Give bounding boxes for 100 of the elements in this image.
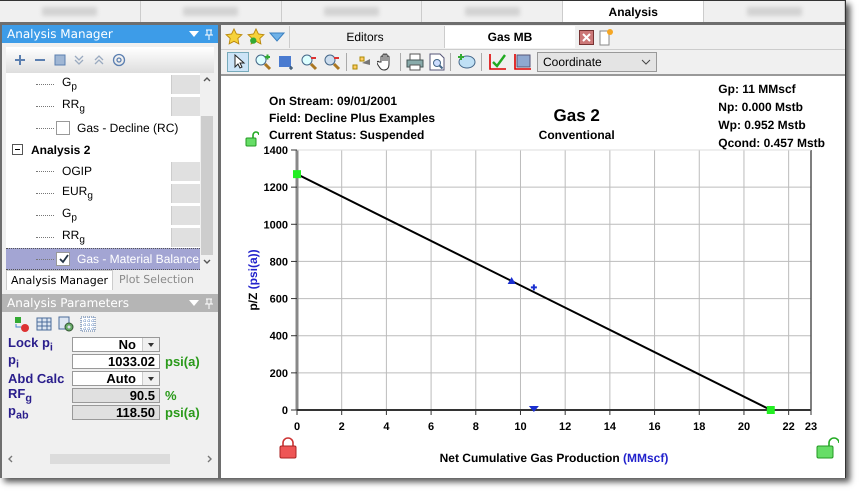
plot-info-text: Current Status: Suspended bbox=[269, 128, 424, 142]
scroll-left-icon[interactable] bbox=[8, 455, 13, 463]
x-tick-label: 0 bbox=[294, 421, 300, 433]
plot-info-text: Field: Decline Plus Examples bbox=[269, 111, 436, 125]
x-axis-title: Net Cumulative Gas Production (MMscf) bbox=[440, 451, 668, 465]
zoom-in-icon[interactable] bbox=[254, 53, 272, 71]
x-tick-label: 4 bbox=[383, 421, 390, 433]
checkbox[interactable] bbox=[56, 252, 70, 266]
star-icon[interactable] bbox=[225, 28, 243, 46]
handle-point[interactable] bbox=[766, 406, 775, 414]
panel-title: Analysis Manager bbox=[7, 27, 113, 41]
plot-info-text: Wp: 0.952 Mstb bbox=[718, 118, 807, 132]
y-axis-title: p/Z (psi(a)) bbox=[246, 249, 260, 311]
collapse-all-icon[interactable] bbox=[94, 55, 104, 65]
parameter-label: p$_{ab}$ bbox=[7, 403, 29, 422]
cross-marker bbox=[530, 283, 538, 292]
unlocked-padlock-icon[interactable] bbox=[816, 437, 839, 458]
stop-icon[interactable] bbox=[54, 54, 66, 66]
y-tick-label: 400 bbox=[270, 330, 288, 343]
add-remove-icon[interactable] bbox=[14, 316, 30, 332]
pin-icon[interactable] bbox=[205, 28, 213, 40]
pin-icon[interactable] bbox=[205, 298, 213, 308]
main-tab[interactable]: Analysis bbox=[563, 1, 704, 22]
x-tick-label: 2 bbox=[338, 421, 345, 433]
grid-icon[interactable] bbox=[80, 316, 96, 332]
handle-point[interactable] bbox=[293, 170, 301, 178]
axes-icon[interactable] bbox=[512, 53, 532, 71]
scroll-right-icon[interactable] bbox=[207, 455, 212, 463]
x-tick-label: 8 bbox=[472, 421, 479, 433]
close-icon[interactable] bbox=[579, 30, 594, 44]
plot-subtitle: Conventional bbox=[538, 128, 615, 142]
value-cell bbox=[171, 74, 200, 94]
triangle-marker bbox=[528, 406, 539, 412]
value-cell bbox=[171, 228, 200, 246]
parameter-value: 90.5 bbox=[72, 388, 160, 403]
x-tick-label: 23 bbox=[804, 421, 818, 433]
unlocked-padlock-icon[interactable] bbox=[245, 131, 259, 147]
y-tick-label: 600 bbox=[270, 294, 288, 306]
zoom-box-icon[interactable] bbox=[277, 53, 295, 71]
tree-item[interactable]: RR$_{g}$ bbox=[62, 228, 171, 246]
chevron-down-icon bbox=[641, 59, 651, 65]
expand-all-icon[interactable] bbox=[74, 55, 84, 65]
editor-tab[interactable]: Editors bbox=[289, 26, 440, 48]
y-tick-label: 1000 bbox=[264, 219, 288, 232]
pointer-icon[interactable] bbox=[227, 52, 249, 72]
plot-info-text: Gp: 11 MMscf bbox=[718, 82, 797, 96]
tree-item[interactable]: OGIP bbox=[62, 164, 171, 178]
unit-label: psi(a) bbox=[165, 354, 200, 369]
value-cell bbox=[171, 184, 200, 202]
y-tick-label: 1200 bbox=[264, 182, 288, 194]
scroll-up-icon[interactable] bbox=[203, 77, 211, 82]
print-icon[interactable] bbox=[406, 53, 424, 71]
axes-check-icon[interactable] bbox=[487, 53, 507, 71]
scroll-down-icon[interactable] bbox=[203, 259, 211, 264]
x-tick-label: 18 bbox=[693, 421, 706, 433]
checkbox[interactable] bbox=[56, 121, 70, 135]
unit-label: psi(a) bbox=[165, 405, 200, 420]
add-comment-icon[interactable] bbox=[456, 53, 476, 71]
x-tick-label: 10 bbox=[514, 421, 527, 433]
tree-item[interactable]: Analysis 2 bbox=[31, 142, 90, 156]
scrollbar[interactable] bbox=[200, 73, 214, 268]
y-tick-label: 800 bbox=[270, 256, 288, 268]
x-tick-label: 16 bbox=[648, 421, 661, 433]
plot-type-dropdown[interactable]: Coordinate bbox=[537, 52, 657, 72]
zoom-out-icon[interactable] bbox=[300, 53, 318, 71]
collapse-toggle[interactable] bbox=[12, 144, 23, 155]
panel-title: Analysis Parameters bbox=[7, 296, 129, 310]
x-tick-label: 22 bbox=[782, 421, 795, 433]
parameter-input[interactable]: 1033.02 bbox=[72, 354, 160, 369]
table-settings-icon[interactable] bbox=[58, 316, 74, 332]
tree-item[interactable]: G$_{p}$ bbox=[62, 75, 171, 93]
dropdown-icon[interactable] bbox=[269, 32, 285, 42]
parameter-value: 118.50 bbox=[72, 405, 160, 420]
y-tick-label: 200 bbox=[270, 368, 288, 380]
add-icon[interactable] bbox=[15, 55, 25, 65]
plot-info-text: Np: 0.000 Mstb bbox=[718, 100, 804, 114]
table-icon[interactable] bbox=[36, 316, 52, 332]
plot-info-text: Qcond: 0.457 Mstb bbox=[718, 136, 825, 150]
parameter-dropdown[interactable]: Auto bbox=[72, 371, 160, 386]
tree-item[interactable]: G$_{p}$ bbox=[62, 206, 171, 224]
locked-padlock-icon[interactable] bbox=[280, 437, 296, 458]
y-tick-label: 1400 bbox=[264, 145, 288, 157]
value-cell bbox=[171, 162, 200, 180]
print-preview-icon[interactable] bbox=[429, 53, 445, 71]
x-tick-label: 12 bbox=[559, 421, 572, 433]
tree-item[interactable]: RR$_{g}$ bbox=[62, 97, 171, 115]
panel-tab[interactable]: Analysis Manager bbox=[6, 270, 114, 290]
parameter-label: Abd Calc bbox=[7, 371, 66, 386]
unit-label: % bbox=[165, 388, 177, 403]
plot-info-text: On Stream: 09/01/2001 bbox=[269, 94, 398, 108]
zoom-reset-icon[interactable] bbox=[323, 53, 341, 71]
tree-item[interactable]: Gas - Decline (RC) bbox=[77, 121, 178, 135]
editor-tab[interactable]: Gas MB bbox=[444, 26, 575, 48]
value-cell bbox=[171, 96, 200, 116]
y-tick-label: 0 bbox=[282, 405, 288, 417]
x-tick-label: 20 bbox=[738, 421, 750, 433]
parameter-label: Lock p$_{i}$ bbox=[7, 335, 54, 354]
star-add-icon[interactable] bbox=[247, 28, 265, 46]
tree-item[interactable]: EUR$_{g}$ bbox=[62, 184, 171, 202]
parameter-dropdown[interactable]: No bbox=[72, 337, 160, 352]
